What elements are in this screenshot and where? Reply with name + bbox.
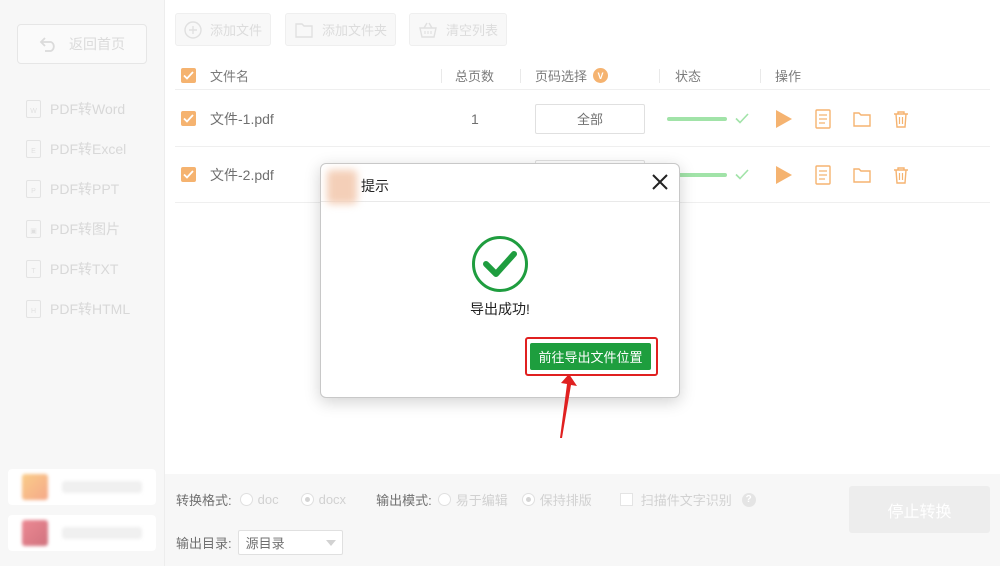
app-logo-icon — [327, 170, 357, 204]
dialog-message: 导出成功! — [470, 301, 530, 317]
annotation-arrow-icon — [560, 374, 577, 438]
dialog-header: 提示 — [321, 164, 679, 204]
open-export-location-button[interactable]: 前往导出文件位置 — [530, 343, 651, 370]
success-check-icon — [472, 236, 528, 292]
check-icon — [483, 251, 517, 277]
close-icon[interactable] — [651, 173, 669, 191]
dialog-title: 提示 — [361, 178, 389, 194]
